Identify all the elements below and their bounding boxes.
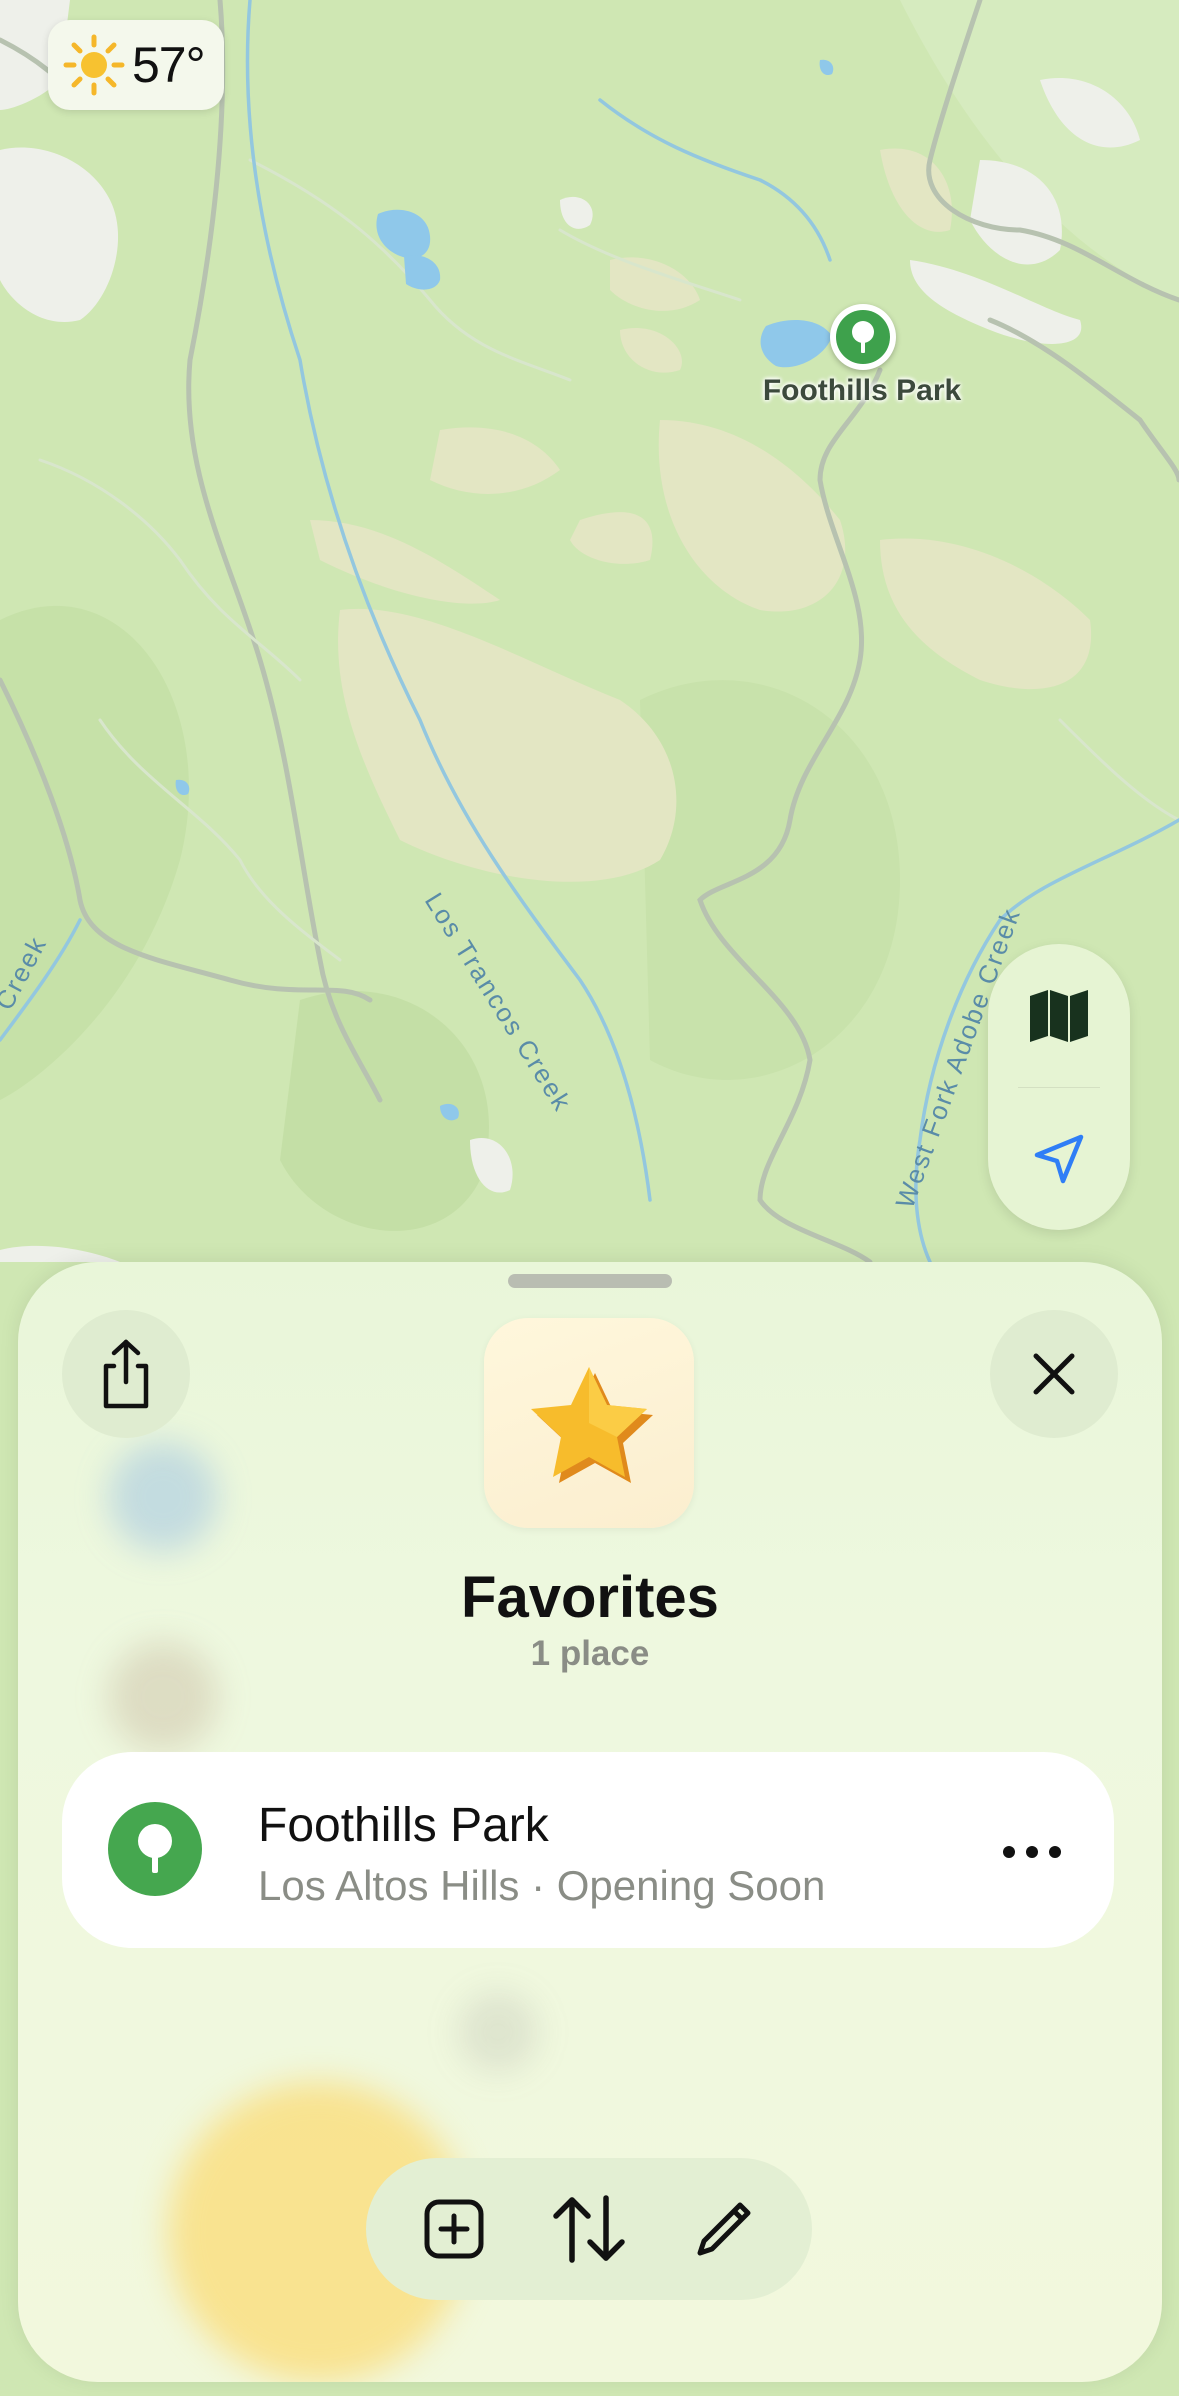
pencil-icon xyxy=(697,2202,751,2256)
poi-pin[interactable] xyxy=(830,304,896,370)
weather-temperature: 57° xyxy=(132,37,206,93)
sheet-grabber[interactable] xyxy=(508,1274,672,1288)
close-button[interactable] xyxy=(990,1310,1118,1438)
sun-icon xyxy=(63,34,125,96)
sheet-toolbar xyxy=(366,2158,812,2300)
favorites-sheet: Favorites 1 place Foothills Park Los Alt… xyxy=(18,1262,1162,2382)
location-arrow-icon xyxy=(1034,1134,1084,1183)
place-detail: Los Altos Hills · Opening Soon xyxy=(258,1862,826,1909)
tree-icon xyxy=(852,321,874,353)
poi-label[interactable]: Foothills Park xyxy=(740,374,984,408)
map-controls xyxy=(988,944,1130,1230)
sheet-subtitle: 1 place xyxy=(530,1634,650,1673)
star-icon xyxy=(531,1367,653,1483)
list-item[interactable]: Foothills Park Los Altos Hills · Opening… xyxy=(62,1752,1114,1948)
sheet-title: Favorites xyxy=(461,1565,719,1630)
ellipsis-icon xyxy=(1003,1846,1061,1858)
place-icon xyxy=(108,1802,202,1896)
add-square-icon xyxy=(424,2199,484,2259)
place-name: Foothills Park xyxy=(258,1799,549,1852)
share-button[interactable] xyxy=(62,1310,190,1438)
more-options-button[interactable] xyxy=(992,1812,1072,1892)
close-icon xyxy=(1033,1353,1075,1395)
sort-button[interactable] xyxy=(539,2179,639,2279)
weather-badge[interactable]: 57° xyxy=(48,20,224,110)
location-button[interactable] xyxy=(988,1087,1130,1230)
map-mode-icon xyxy=(1030,989,1088,1042)
map-mode-button[interactable] xyxy=(988,944,1130,1087)
share-icon xyxy=(103,1339,149,1409)
favorites-list-icon xyxy=(484,1318,694,1528)
tree-icon xyxy=(138,1824,172,1873)
sort-arrows-icon xyxy=(553,2195,625,2263)
add-place-button[interactable] xyxy=(404,2179,504,2279)
edit-button[interactable] xyxy=(674,2179,774,2279)
